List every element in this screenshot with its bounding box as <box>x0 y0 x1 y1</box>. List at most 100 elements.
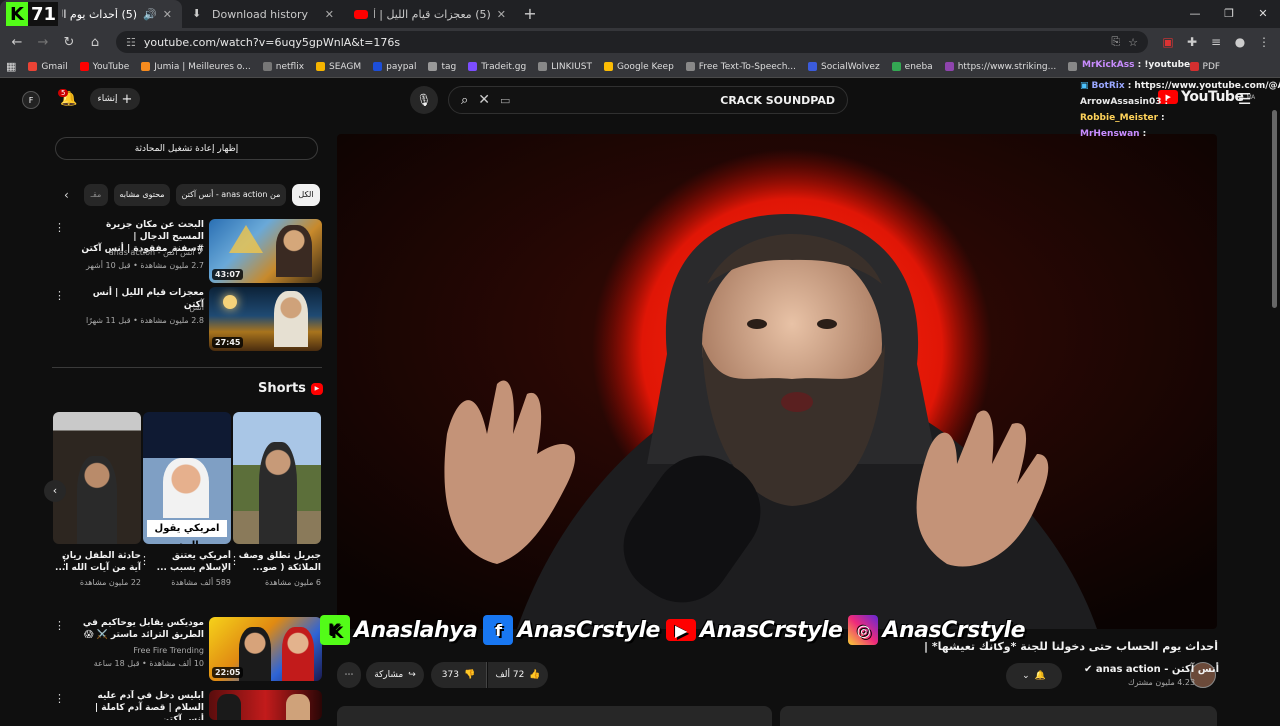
more-actions-icon[interactable]: ⋮ <box>139 554 150 567</box>
chat-message: : <box>1164 97 1169 107</box>
video-player[interactable] <box>337 134 1217 629</box>
rec-video-2[interactable]: 27:45 معجزات قيام الليل | أنس آكتن أنس 2… <box>52 287 322 351</box>
reload-icon[interactable]: ↻ <box>58 35 80 50</box>
bookmark-favicon-icon <box>428 62 438 71</box>
rec-video-3[interactable]: 22:05 موديكس يقابل يوحاكيم في الطريق الت… <box>52 617 322 681</box>
thumbs-up-icon: 👍 <box>529 670 541 680</box>
comments-box[interactable] <box>780 706 1217 726</box>
more-actions-icon[interactable]: ⋮ <box>229 554 240 567</box>
close-window-button[interactable]: ✕ <box>1246 0 1280 28</box>
install-icon[interactable]: ⎘ <box>1111 35 1120 49</box>
browser-tab-3[interactable]: (5) معجزات قيام الليل | أنس آكتن ✕ <box>344 0 516 28</box>
clear-icon[interactable]: ✕ <box>478 92 490 108</box>
shorts-prev-button[interactable]: ‹ <box>44 480 66 502</box>
minimize-button[interactable]: — <box>1178 0 1212 28</box>
like-button[interactable]: 72 ألف 👍 <box>488 662 548 688</box>
rec-channel[interactable]: أنس <box>189 303 204 312</box>
media-icon[interactable]: ≡ <box>1206 35 1226 49</box>
close-icon[interactable]: ✕ <box>325 8 334 21</box>
bookmark-item[interactable]: tag <box>428 62 456 72</box>
chip-more[interactable]: مقـ <box>84 184 108 206</box>
short-thumbnail[interactable]: امريكي يقول الحق <box>143 412 231 544</box>
chip-from-channel[interactable]: من anas action - أنس آكتن <box>176 184 286 206</box>
avatar[interactable]: F <box>22 91 40 109</box>
bookmark-item[interactable]: Google Keep <box>603 61 674 72</box>
keyboard-icon[interactable]: ▭ <box>500 94 510 107</box>
rec-video-4[interactable]: ابليس دخل في آدم عليه السلام | قصة آدم ك… <box>52 690 322 720</box>
rec-channel[interactable]: Free Fire Trending <box>133 646 204 655</box>
bookmark-item[interactable]: netflix <box>262 62 304 72</box>
share-button[interactable]: مشاركة ↪ <box>366 662 424 688</box>
search-icon[interactable]: ⌕ <box>461 93 468 108</box>
more-actions-icon[interactable]: ⋮ <box>54 221 65 234</box>
kebab-menu-icon[interactable]: ⋮ <box>1254 35 1274 49</box>
bookmark-item[interactable]: YouTube <box>79 62 129 72</box>
rec-thumbnail[interactable]: 27:45 <box>209 287 322 351</box>
description-box[interactable] <box>337 706 772 726</box>
chip-related[interactable]: محتوى مشابه <box>114 184 170 206</box>
more-button[interactable]: ⋯ <box>337 662 361 688</box>
bookmark-item[interactable]: SocialWolvez <box>808 62 880 72</box>
bookmark-label: Free Text-To-Speech... <box>698 61 797 72</box>
short-item-3[interactable]: جبريل تطلق وصف الملائكة ( صو... 6 مليون … <box>229 412 321 587</box>
forward-icon[interactable]: → <box>32 35 54 50</box>
back-icon[interactable]: ← <box>6 35 28 50</box>
short-item-1[interactable]: حادثة الطفل ريان آية من آيات الله ا... 2… <box>53 412 141 587</box>
profile-icon[interactable]: ● <box>1230 35 1250 49</box>
create-button[interactable]: إنشاء + <box>90 88 140 110</box>
more-actions-icon[interactable]: ⋮ <box>59 554 70 567</box>
rec-thumbnail[interactable]: 43:07 <box>209 219 322 283</box>
rec-title[interactable]: ابليس دخل في آدم عليه السلام | قصة آدم ك… <box>76 690 204 720</box>
bookmark-favicon-icon <box>891 62 901 71</box>
rec-title[interactable]: معجزات قيام الليل | أنس آكتن <box>76 287 204 311</box>
rec-thumbnail[interactable] <box>209 690 322 720</box>
new-tab-button[interactable]: + <box>516 0 544 28</box>
subscribed-button[interactable]: ⌄ 🔔 <box>1006 663 1062 689</box>
bookmark-item[interactable]: SEAGM <box>316 62 361 72</box>
short-item-2[interactable]: امريكي يقول الحق أمريكي يعتنق الإسلام بس… <box>139 412 231 587</box>
rec-title[interactable]: موديكس يقابل يوحاكيم في الطريق الترائد م… <box>76 617 204 641</box>
speaker-icon[interactable]: 🔊 <box>143 8 157 21</box>
bookmark-item[interactable]: eneba <box>891 62 933 72</box>
bookmark-label: Google Keep <box>616 61 674 72</box>
home-icon[interactable]: ⌂ <box>84 35 106 50</box>
bookmark-item[interactable]: Jumia | Meilleures o... <box>141 62 251 72</box>
mic-icon[interactable]: 🎙 <box>410 86 438 114</box>
short-thumbnail[interactable] <box>53 412 141 544</box>
bookmark-item[interactable]: Tradeit.gg <box>468 62 526 72</box>
dislike-button[interactable]: 373 👎 <box>431 662 487 688</box>
bookmark-item[interactable]: Free Text-To-Speech... <box>685 61 797 72</box>
apps-icon[interactable]: ▦ <box>6 60 16 73</box>
short-title[interactable]: جبريل تطلق وصف الملائكة ( صو... <box>233 550 321 574</box>
browser-tab-2[interactable]: ⬇ Download history ✕ <box>182 0 344 28</box>
bookmark-item[interactable]: paypal <box>373 62 416 72</box>
short-title[interactable]: أمريكي يعتنق الإسلام بسبب ... <box>143 550 231 574</box>
site-info-icon[interactable]: ☷ <box>126 36 136 49</box>
rec-video-1[interactable]: 43:07 البحث عن مكان جزيرة المسيح الدجال … <box>52 219 322 283</box>
short-thumbnail[interactable] <box>233 412 321 544</box>
show-chat-replay-button[interactable]: إظهار إعادة تشغيل المحادثة <box>55 137 318 160</box>
search-query: CRACK SOUNDPAD <box>720 93 835 107</box>
bookmark-item[interactable]: https://www.striking... <box>944 62 1056 72</box>
bookmark-favicon-icon <box>316 62 326 71</box>
close-icon[interactable]: ✕ <box>163 8 172 21</box>
maximize-button[interactable]: ❐ <box>1212 0 1246 28</box>
close-icon[interactable]: ✕ <box>497 8 506 21</box>
more-actions-icon[interactable]: ⋮ <box>54 289 65 302</box>
filter-chips: الكل من anas action - أنس آكتن محتوى مشا… <box>58 184 323 206</box>
bookmark-item[interactable]: PDF <box>1189 62 1220 72</box>
extension-icon[interactable]: ▣ <box>1158 35 1178 49</box>
rec-channel[interactable]: anas action - أنس آكتن ✔ <box>109 248 204 257</box>
bookmark-item[interactable]: LINKIUST <box>538 62 592 72</box>
url-field[interactable]: ☷ youtube.com/watch?v=6uqy5gpWnlA&t=176s… <box>116 31 1148 53</box>
more-actions-icon[interactable]: ⋮ <box>54 692 65 705</box>
chip-all[interactable]: الكل <box>292 184 320 206</box>
bookmark-item[interactable]: Gmail <box>28 62 68 72</box>
rec-thumbnail[interactable]: 22:05 <box>209 617 322 681</box>
puzzle-icon[interactable]: ✚ <box>1182 35 1202 49</box>
thumb-pyramid <box>229 225 263 253</box>
more-actions-icon[interactable]: ⋮ <box>54 619 65 632</box>
search-input[interactable]: ⌕ ✕ ▭ CRACK SOUNDPAD <box>448 86 848 114</box>
channel-name[interactable]: ✔ anas action - أنس آكتن <box>1084 664 1219 675</box>
star-icon[interactable]: ☆ <box>1128 36 1138 49</box>
